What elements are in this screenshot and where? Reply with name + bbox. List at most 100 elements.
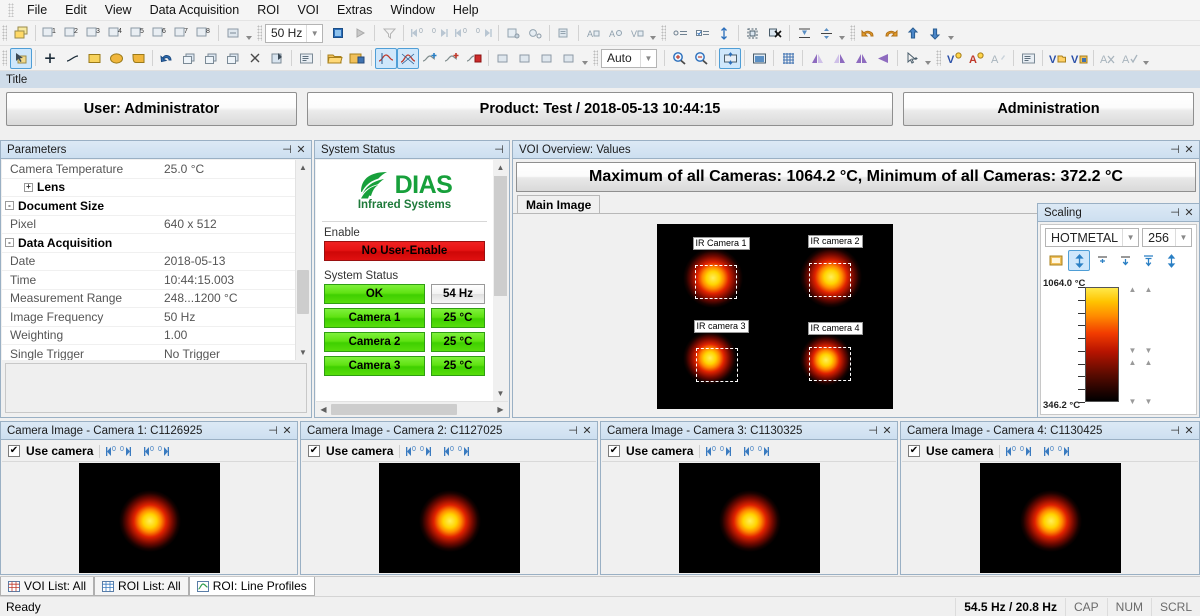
step-forward-end-icon[interactable]: 0 (429, 23, 451, 44)
align-middle-icon[interactable] (815, 23, 837, 44)
scroll-down-icon[interactable]: ▼ (296, 345, 310, 360)
mirror-right-icon[interactable] (828, 48, 850, 69)
menu-voi[interactable]: VOI (288, 1, 328, 19)
parameter-value[interactable]: 25.0 °C (160, 162, 295, 176)
roi-new-icon[interactable] (524, 23, 546, 44)
system-status-value[interactable]: 54 Hz (431, 284, 485, 304)
camera-3-stage[interactable] (602, 461, 896, 573)
properties-icon[interactable] (295, 48, 317, 69)
bullet-list-icon[interactable] (669, 23, 691, 44)
user-button[interactable]: User: Administrator (6, 92, 297, 126)
parameter-value[interactable]: 248...1200 °C (160, 291, 295, 305)
scroll-right-icon[interactable]: ▶ (493, 405, 508, 414)
camera-1-nav-icons[interactable]: 0000 (106, 445, 184, 458)
use-camera-3-checkbox[interactable]: ✔ (608, 445, 620, 457)
system-status-value[interactable]: 25 °C (431, 356, 485, 376)
toolbar-grip[interactable] (2, 25, 7, 41)
scale-max-icon[interactable] (1091, 250, 1113, 271)
parameter-row[interactable]: Image Frequency50 Hz (2, 308, 295, 327)
window-5-icon[interactable]: 5 (127, 23, 149, 44)
parameter-row[interactable]: Date2018-05-13 (2, 253, 295, 272)
toolbar-grip-acq[interactable] (257, 25, 262, 41)
stop-acquisition-button[interactable] (327, 23, 349, 44)
menu-help[interactable]: Help (444, 1, 488, 19)
roi-box-camera-3[interactable] (696, 348, 738, 382)
pin-icon[interactable]: ⊣ (866, 424, 880, 438)
camera-4-stage[interactable] (902, 461, 1198, 573)
system-status-name[interactable]: Camera 2 (324, 332, 425, 352)
toolbar-overflow-4[interactable] (946, 24, 955, 42)
window-4-icon[interactable]: 4 (105, 23, 127, 44)
annotation-add-icon[interactable]: A (966, 48, 988, 69)
window-1-icon[interactable]: 1 (39, 23, 61, 44)
toolbar-overflow-5[interactable] (580, 49, 589, 67)
scroll-thumb[interactable] (297, 270, 309, 314)
levels-combo[interactable]: 256 ▼ (1142, 228, 1192, 247)
roi-copy-icon[interactable] (502, 23, 524, 44)
parameter-row[interactable]: +Lens (2, 179, 295, 198)
voi-add-icon[interactable]: V (944, 48, 966, 69)
flip-vertical-icon[interactable] (850, 48, 872, 69)
pin-icon[interactable]: ⊣ (1168, 424, 1182, 438)
camera-4-nav-icons[interactable]: 0000 (1006, 445, 1084, 458)
toolbar-overflow-7[interactable] (1141, 49, 1150, 67)
toolbar-overflow-6[interactable] (923, 49, 932, 67)
annotation-edit-icon[interactable]: A (988, 48, 1010, 69)
toolbar-grip-layout[interactable] (661, 25, 666, 41)
area-profile-tool-icon[interactable] (397, 48, 419, 69)
voi-open-icon[interactable]: V (1046, 48, 1068, 69)
scroll-up-icon[interactable]: ▲ (1125, 285, 1140, 294)
layout-icon[interactable] (492, 48, 514, 69)
parameter-row[interactable]: -Document Size (2, 197, 295, 216)
copy-objects-icon[interactable] (178, 48, 200, 69)
system-status-name[interactable]: Camera 3 (324, 356, 425, 376)
toolbar-overflow-2[interactable] (648, 24, 657, 42)
parameter-row[interactable]: Weighting1.00 (2, 327, 295, 346)
toolbar-grip-draw[interactable] (2, 50, 7, 66)
scroll-mid-icon[interactable]: ▼ (1125, 346, 1140, 355)
parameter-value[interactable]: 1.00 (160, 328, 295, 342)
scroll-up-icon[interactable]: ▲ (493, 160, 508, 175)
scroll-down-icon[interactable]: ▼ (1141, 397, 1156, 406)
camera-3-nav-icons[interactable]: 0000 (706, 445, 784, 458)
tab-roi-line-profiles[interactable]: ROI: Line Profiles (189, 577, 315, 596)
parameter-row[interactable]: Measurement Range248...1200 °C (2, 290, 295, 309)
step-back-start-icon[interactable]: 0 (407, 23, 429, 44)
window-arrange-icon[interactable] (222, 23, 244, 44)
step-back-icon[interactable]: 0 (451, 23, 473, 44)
scroll-mid-up-icon[interactable]: ▲ (1125, 358, 1140, 367)
pin-icon[interactable]: ⊣ (1168, 206, 1182, 220)
use-camera-4-checkbox[interactable]: ✔ (908, 445, 920, 457)
parameter-value[interactable]: No Trigger (160, 347, 295, 360)
annotate-v-icon[interactable]: V (626, 23, 648, 44)
mirror-left-icon[interactable] (806, 48, 828, 69)
pin-icon[interactable]: ⊣ (492, 143, 506, 157)
window-8-icon[interactable]: 8 (193, 23, 215, 44)
start-acquisition-button[interactable] (349, 23, 371, 44)
parameter-value[interactable]: 2018-05-13 (160, 254, 295, 268)
menu-view[interactable]: View (96, 1, 141, 19)
tab-roi-list[interactable]: ROI List: All (94, 577, 189, 596)
auto-scale-icon[interactable] (1068, 250, 1090, 271)
scroll-mid-up-icon[interactable]: ▲ (1141, 358, 1156, 367)
draw-rect-icon[interactable] (83, 48, 105, 69)
close-icon[interactable]: ✕ (1182, 143, 1196, 157)
close-icon[interactable]: ✕ (294, 143, 308, 157)
scroll-thumb[interactable] (331, 404, 457, 415)
paste-icon[interactable] (266, 48, 288, 69)
open-folder-icon[interactable] (324, 48, 346, 69)
pin-icon[interactable]: ⊣ (280, 143, 294, 157)
system-status-vscrollbar[interactable]: ▲ ▼ (493, 160, 508, 401)
zoom-out-icon[interactable] (690, 48, 712, 69)
system-status-value[interactable]: 25 °C (431, 332, 485, 352)
parameter-row[interactable]: Pixel640 x 512 (2, 216, 295, 235)
align-bottom-icon[interactable] (793, 23, 815, 44)
delete-profile-icon[interactable] (463, 48, 485, 69)
close-icon[interactable]: ✕ (1182, 424, 1196, 438)
group-objects-icon[interactable] (742, 23, 764, 44)
layout2-icon[interactable] (514, 48, 536, 69)
tab-voi-list[interactable]: VOI List: All (0, 577, 94, 596)
upload-icon[interactable] (902, 23, 924, 44)
layout4-icon[interactable] (558, 48, 580, 69)
scroll-down-icon[interactable]: ▼ (1125, 397, 1140, 406)
